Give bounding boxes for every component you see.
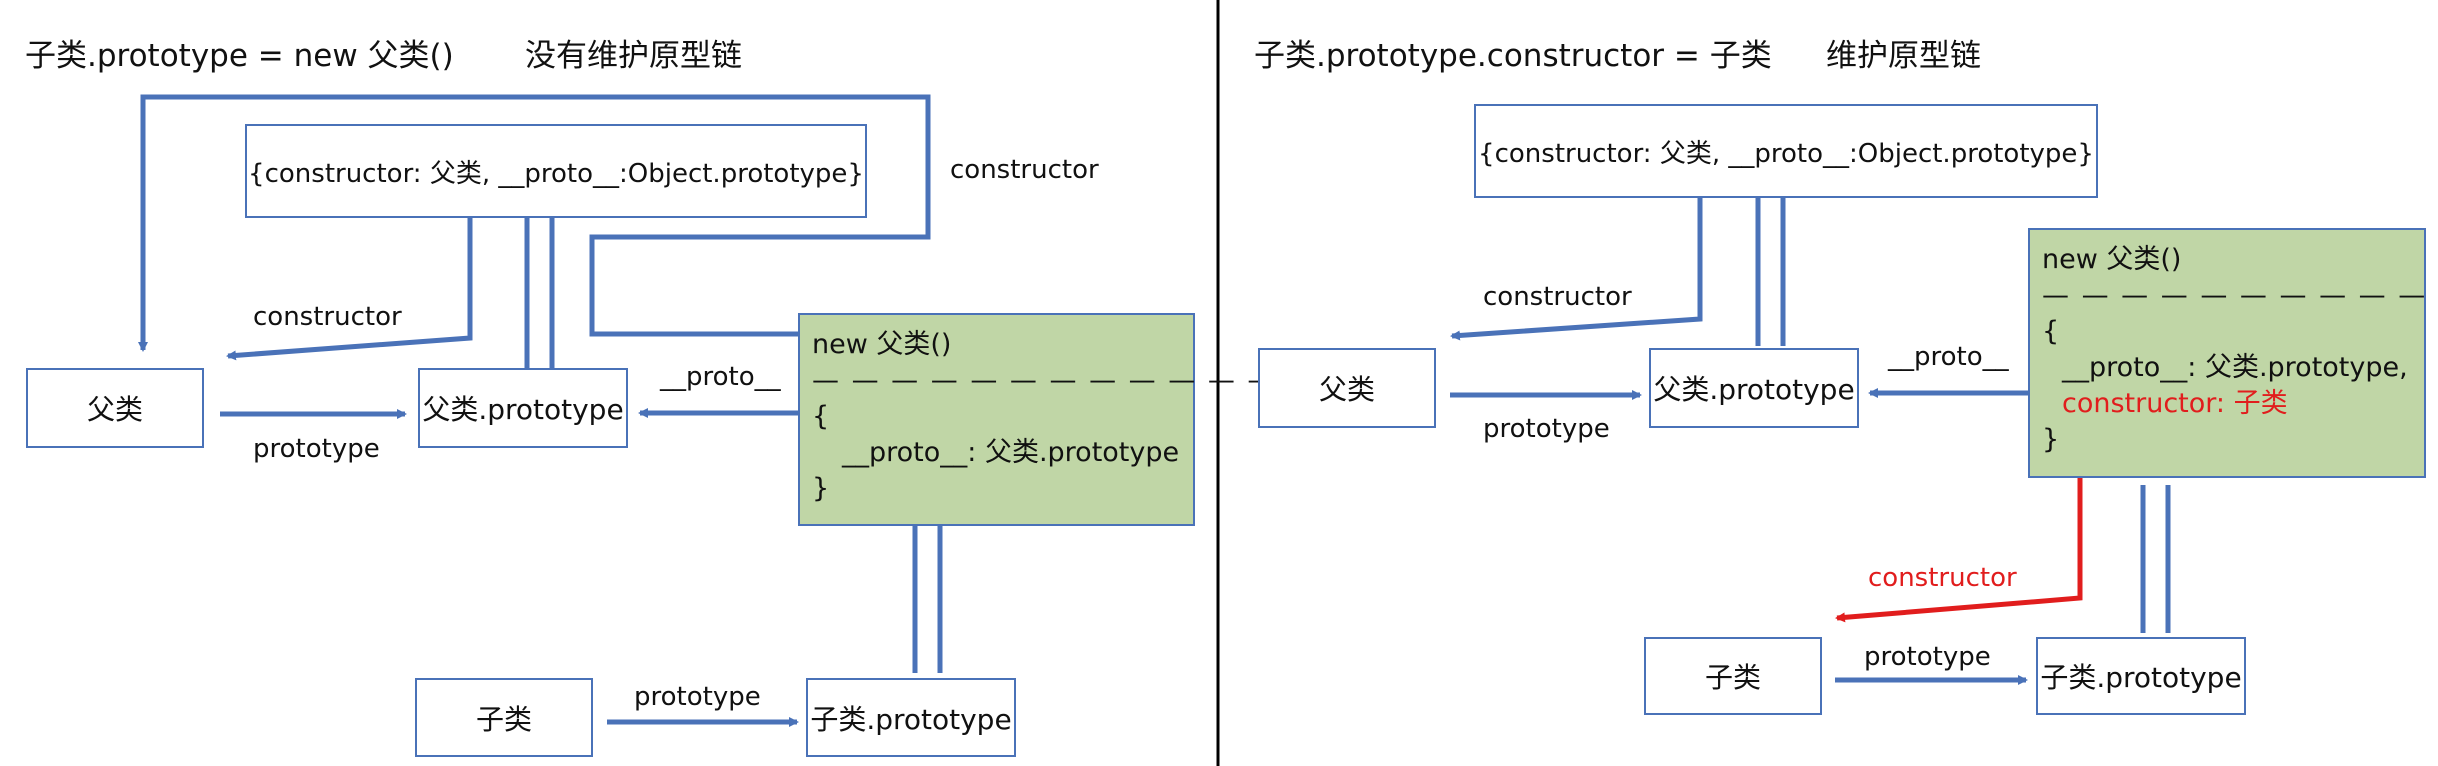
right-constructor-arrow [1450, 198, 1703, 341]
left-heading: 子类.prototype = new 父类() [25, 38, 454, 74]
right-parent-box: 父类 [1258, 348, 1436, 428]
right-instance-line6: } [2042, 424, 2060, 455]
left-proto-object-box: {constructor: 父类, __proto__:Object.proto… [245, 124, 867, 218]
right-note: 维护原型链 [1826, 38, 1981, 74]
left-label-prototype-parent: prototype [253, 434, 380, 464]
right-child-box: 子类 [1644, 637, 1822, 715]
left-note: 没有维护原型链 [525, 38, 742, 74]
left-label-constructor-top: constructor [950, 155, 1099, 185]
left-instance-line5: } [812, 473, 830, 504]
left-label-constructor-mid: constructor [253, 302, 402, 332]
right-label-prototype-child: prototype [1864, 642, 1991, 672]
left-child-prototype-box: 子类.prototype [806, 678, 1016, 757]
left-constructor-arrow [226, 218, 473, 361]
left-parent-prototype-box: 父类.prototype [418, 368, 628, 448]
right-instance-line1: new 父类() [2042, 244, 2182, 275]
right-instance-box: new 父类() — — — — — — — — — — — — — { __p… [2028, 228, 2438, 478]
left-label-prototype-child: prototype [634, 682, 761, 712]
right-instance-line4: __proto__: 父类.prototype, [2062, 352, 2408, 383]
left-instance-line1: new 父类() [812, 329, 952, 360]
left-instance-line4: __proto__: 父类.prototype [842, 437, 1180, 468]
left-instance-divider: — — — — — — — — — — — — — [812, 365, 1316, 396]
left-label-proto: __proto__ [660, 362, 781, 392]
right-instance-divider: — — — — — — — — — — — — — [2042, 280, 2438, 311]
right-constructor-red-arrow [1835, 478, 2083, 623]
right-label-proto: __proto__ [1888, 342, 2009, 372]
right-label-prototype-parent: prototype [1483, 414, 1610, 444]
left-instance-box: new 父类() — — — — — — — — — — — — — { __p… [798, 313, 1316, 526]
left-parent-box: 父类 [26, 368, 204, 448]
left-instance-line3: { [812, 401, 830, 432]
right-instance-line3: { [2042, 316, 2060, 347]
right-label-constructor: constructor [1483, 282, 1632, 312]
left-child-box: 子类 [415, 678, 593, 757]
right-instance-line5: constructor: 子类 [2062, 388, 2288, 419]
right-label-constructor-red: constructor [1868, 563, 2017, 593]
right-parent-prototype-box: 父类.prototype [1649, 348, 1859, 428]
right-heading: 子类.prototype.constructor = 子类 [1254, 38, 1772, 74]
right-proto-object-box: {constructor: 父类, __proto__:Object.proto… [1474, 104, 2098, 198]
right-child-prototype-box: 子类.prototype [2036, 637, 2246, 715]
